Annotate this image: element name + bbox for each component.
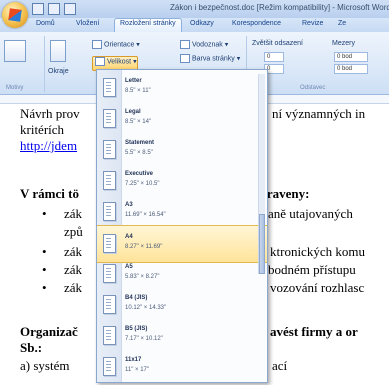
page-color-label: Barva stránky xyxy=(192,55,235,63)
doc-text: aně utajovaných xyxy=(268,206,353,221)
doc-text: bodném přístupu xyxy=(268,262,356,277)
page-icon xyxy=(103,357,116,376)
size-option-dimensions: 10.12" × 14.33" xyxy=(125,305,167,311)
doc-text: vozování rozhlasc xyxy=(270,280,365,295)
size-option-name: Letter xyxy=(125,78,142,84)
watermark-button[interactable]: Vodoznak ▾ xyxy=(180,40,228,49)
size-option-dimensions: 11.69" × 16.54" xyxy=(125,212,166,218)
size-option-dimensions: 11" × 17" xyxy=(125,367,149,373)
size-option-dimensions: 5.83" × 8.27" xyxy=(125,274,160,280)
window-title: Zákon i bezpečnost.doc [Režim kompatibil… xyxy=(170,3,389,12)
size-option-dimensions: 8.5" × 11" xyxy=(125,88,151,94)
page-size-icon xyxy=(95,57,105,66)
doc-text: způ xyxy=(64,224,83,239)
size-option-dimensions: 7.25" × 10.5" xyxy=(125,181,160,187)
page-icon xyxy=(103,171,116,190)
doc-link[interactable]: http://jdem xyxy=(20,138,77,154)
quick-access-toolbar xyxy=(32,3,76,15)
spacing-after-field[interactable]: 0 bod xyxy=(334,64,368,74)
page-icon xyxy=(103,234,116,253)
watermark-icon xyxy=(180,40,190,49)
doc-text: ní významných in xyxy=(272,106,366,121)
size-option-name: Legal xyxy=(125,109,141,115)
doc-text: zák xyxy=(64,206,83,221)
tab-odkazy[interactable]: Odkazy xyxy=(190,20,214,27)
scrollbar-thumb[interactable] xyxy=(259,214,265,274)
page-icon xyxy=(103,326,116,345)
ribbon-tabs: Domů Vložení Rozložení stránky Odkazy Ko… xyxy=(0,18,389,33)
margins-button[interactable]: Okraje xyxy=(48,68,69,75)
page-icon xyxy=(103,202,116,221)
doc-text: zák xyxy=(64,280,83,295)
doc-heading: V rámci tö xyxy=(20,186,79,201)
save-icon[interactable] xyxy=(32,3,44,15)
page-color-button[interactable]: Barva stránky ▾ xyxy=(180,54,240,63)
office-logo-icon xyxy=(8,8,22,22)
paragraph-group-label: Odstavec xyxy=(300,85,326,91)
size-option-dimensions: 8.27" × 11.69" xyxy=(125,244,163,250)
tab-domu[interactable]: Domů xyxy=(36,20,55,27)
size-option-name: B5 (JIS) xyxy=(125,326,148,332)
page-icon xyxy=(103,295,116,314)
margins-icon[interactable] xyxy=(50,40,66,62)
undo-icon[interactable] xyxy=(48,3,60,15)
dropdown-scrollbar[interactable] xyxy=(258,74,265,274)
page-icon xyxy=(103,78,116,97)
orientation-label: Orientace xyxy=(104,41,135,49)
size-option-name: B4 (JIS) xyxy=(125,295,148,301)
size-option-11x17[interactable]: 11x17 11" × 17" xyxy=(97,349,267,385)
doc-heading: avést firmy a or xyxy=(270,324,358,339)
bullet-icon: • xyxy=(42,206,47,221)
themes-icon[interactable] xyxy=(4,40,26,62)
watermark-label: Vodoznak xyxy=(192,41,223,49)
page-icon xyxy=(103,109,116,128)
doc-text: zák xyxy=(64,244,83,259)
page-icon xyxy=(103,140,116,159)
themes-group-label: Motivy xyxy=(6,85,24,91)
indent-left-field[interactable]: 0 xyxy=(264,52,284,62)
spacing-heading: Mezery xyxy=(332,40,355,47)
size-option-dimensions: 8.5" × 14" xyxy=(125,119,152,125)
doc-text: zák xyxy=(64,262,83,277)
doc-text: ktronických komu xyxy=(270,244,365,259)
ribbon-separator xyxy=(44,36,45,92)
doc-text: Návrh prov xyxy=(20,106,80,121)
tab-revize[interactable]: Revize xyxy=(302,20,323,27)
size-option-dimensions: 7.17" × 10.12" xyxy=(125,336,163,342)
tab-korespondence[interactable]: Korespondence xyxy=(232,20,281,27)
page-size-dropdown: Letter 8.5" × 11" Legal 8.5" × 14" State… xyxy=(96,69,268,383)
doc-text: ací xyxy=(272,358,288,373)
tab-more[interactable]: Ze xyxy=(338,20,346,27)
orientation-button[interactable]: Orientace ▾ xyxy=(92,40,140,49)
size-option-name: A4 xyxy=(125,234,133,240)
redo-icon[interactable] xyxy=(64,3,76,15)
doc-heading: Sb.: xyxy=(20,340,43,355)
size-button-label: Velikost xyxy=(107,58,132,66)
size-option-name: 11x17 xyxy=(125,357,142,363)
bullet-icon: • xyxy=(42,262,47,277)
tab-vlozeni[interactable]: Vložení xyxy=(76,20,99,27)
bullet-icon: • xyxy=(42,280,47,295)
size-option-dimensions: 5.5" × 8.5" xyxy=(125,150,153,156)
size-option-name: A3 xyxy=(125,202,133,208)
page-icon xyxy=(103,264,116,283)
size-option-name: Executive xyxy=(125,171,154,177)
doc-text: kritérích xyxy=(20,122,65,137)
orientation-icon xyxy=(92,40,102,49)
doc-text: a) systém xyxy=(20,358,70,373)
office-button[interactable] xyxy=(2,2,28,28)
indent-heading: Zvětšit odsazení xyxy=(252,40,303,47)
doc-heading: Organizač xyxy=(20,324,78,339)
page-color-icon xyxy=(180,54,190,63)
title-bar: Zákon i bezpečnost.doc [Režim kompatibil… xyxy=(0,0,389,28)
size-option-name: Statement xyxy=(125,140,155,146)
bullet-icon: • xyxy=(42,244,47,259)
size-option-name: A5 xyxy=(125,264,133,270)
tab-rozlozeni-stranky[interactable]: Rozložení stránky xyxy=(114,18,182,33)
spacing-before-field[interactable]: 0 bod xyxy=(334,52,368,62)
